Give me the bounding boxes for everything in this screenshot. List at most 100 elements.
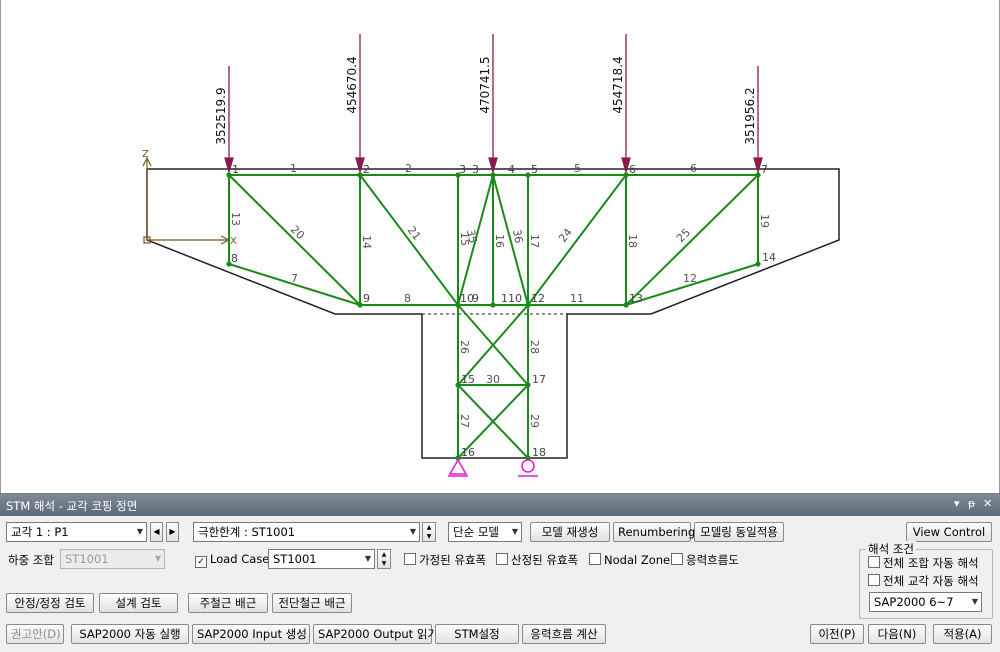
svg-text:5: 5 — [574, 162, 581, 175]
load-value-1: 352519.9 — [214, 87, 228, 144]
sap-version-select[interactable]: SAP2000 6~7 ▼ — [869, 592, 982, 612]
svg-text:1: 1 — [232, 163, 239, 176]
svg-text:26: 26 — [458, 340, 471, 354]
stm-settings-button[interactable]: STM설정 — [435, 624, 519, 644]
load-case-checkbox[interactable]: ✓ Load Case — [195, 551, 269, 568]
stress-flow-checkbox[interactable]: 응력흐름도 — [671, 552, 739, 568]
load-case-select[interactable]: ST1001 ▼ — [268, 549, 375, 569]
svg-text:12: 12 — [531, 292, 545, 305]
pier-select-value: 교각 1 : P1 — [11, 525, 69, 539]
svg-text:8: 8 — [404, 292, 411, 305]
sap-input-button[interactable]: SAP2000 Input 생성 — [192, 624, 310, 644]
load-combination-label: 하중 조합 — [8, 553, 54, 567]
svg-text:110: 110 — [501, 292, 522, 305]
next-pier-button[interactable]: ▶ — [166, 522, 179, 542]
svg-text:28: 28 — [528, 340, 541, 354]
load-value-2: 454670.4 — [345, 56, 359, 113]
load-combination-value: ST1001 — [65, 552, 109, 566]
load-values: 352519.9 454670.4 470741.5 454718.4 3519… — [214, 56, 757, 144]
stress-flow-calc-button[interactable]: 응력흐름 계산 — [522, 624, 606, 644]
all-pier-auto-checkbox[interactable]: 전체 교각 자동 해석 — [868, 573, 979, 589]
limit-state-select[interactable]: 극한한계 : ST1001 ▼ — [193, 522, 420, 542]
stm-model-svg: Z X 352519.9 454670.4 470741.5 454718.4 … — [142, 34, 840, 477]
chevron-down-icon: ▼ — [511, 527, 518, 536]
svg-text:16: 16 — [493, 234, 506, 248]
svg-text:24: 24 — [556, 226, 575, 245]
svg-text:7: 7 — [291, 272, 298, 285]
close-icon[interactable]: ✕ — [983, 497, 992, 510]
limit-state-spinner[interactable]: ▲ ▼ — [422, 522, 436, 542]
pin-icon[interactable]: ᵽ — [968, 497, 975, 510]
sap-auto-run-button[interactable]: SAP2000 자동 실행 — [71, 624, 189, 644]
svg-text:2: 2 — [363, 163, 370, 176]
svg-text:3: 3 — [472, 163, 479, 176]
pier-select[interactable]: 교각 1 : P1 ▼ — [6, 522, 147, 542]
load-value-5: 351956.2 — [743, 87, 757, 144]
axis-z-label: Z — [142, 149, 149, 160]
shear-rebar-button[interactable]: 전단철근 배근 — [272, 593, 352, 613]
pin-support — [448, 458, 468, 475]
dropdown-icon[interactable]: ▾ — [954, 497, 960, 510]
svg-text:4: 4 — [508, 163, 515, 176]
svg-text:14: 14 — [360, 235, 373, 249]
panel-title: STM 해석 - 교각 코핑 정면 — [6, 499, 138, 513]
load-case-spinner[interactable]: ▲ ▼ — [377, 549, 391, 569]
same-modeling-apply-button[interactable]: 모델링 동일적용 — [694, 522, 784, 542]
stm-drawing-canvas[interactable]: Z X 352519.9 454670.4 470741.5 454718.4 … — [0, 0, 1000, 493]
svg-text:5: 5 — [531, 163, 538, 176]
model-type-select[interactable]: 단순 모델 ▼ — [448, 522, 522, 542]
stability-check-button[interactable]: 안정/정정 검토 — [6, 593, 94, 613]
truss-members — [228, 174, 759, 459]
svg-text:29: 29 — [528, 414, 541, 428]
svg-text:6: 6 — [690, 162, 697, 175]
svg-text:7: 7 — [761, 163, 768, 176]
svg-text:19: 19 — [758, 214, 771, 228]
support-symbols — [448, 458, 538, 477]
view-control-button[interactable]: View Control — [906, 522, 992, 542]
svg-text:1: 1 — [290, 162, 297, 175]
svg-text:6: 6 — [629, 163, 636, 176]
svg-text:12: 12 — [683, 272, 697, 285]
svg-text:30: 30 — [486, 373, 500, 386]
svg-text:18: 18 — [626, 234, 639, 248]
chevron-down-icon: ▼ — [136, 527, 143, 536]
svg-text:13: 13 — [229, 212, 242, 226]
roller-support — [521, 459, 535, 473]
chevron-down-icon: ▼ — [409, 527, 416, 536]
load-combination-select[interactable]: ST1001 ▼ — [60, 549, 165, 569]
svg-text:2: 2 — [405, 162, 412, 175]
previous-button[interactable]: 이전(P) — [810, 624, 864, 644]
axis-indicator — [142, 156, 231, 245]
svg-text:21: 21 — [405, 224, 424, 243]
sap-output-button[interactable]: SAP2000 Output 읽기 — [313, 624, 438, 644]
chevron-down-icon: ▼ — [154, 554, 161, 563]
all-combo-auto-checkbox[interactable]: 전체 조합 자동 해석 — [868, 555, 979, 571]
svg-text:14: 14 — [762, 251, 776, 264]
svg-text:13: 13 — [629, 292, 643, 305]
load-value-4: 454718.4 — [611, 56, 625, 113]
svg-text:9: 9 — [363, 292, 370, 305]
apply-button[interactable]: 적용(A) — [933, 624, 992, 644]
next-button[interactable]: 다음(N) — [868, 624, 926, 644]
svg-text:16: 16 — [461, 446, 475, 459]
prev-pier-button[interactable]: ◀ — [150, 522, 163, 542]
regenerate-model-button[interactable]: 모델 재생성 — [530, 522, 610, 542]
svg-text:17: 17 — [532, 373, 546, 386]
chevron-down-icon: ▼ — [971, 597, 978, 606]
design-check-button[interactable]: 설계 검토 — [99, 593, 178, 613]
renumbering-button[interactable]: Renumbering — [613, 522, 695, 542]
load-case-value: ST1001 — [273, 552, 317, 566]
main-rebar-button[interactable]: 주철근 배근 — [188, 593, 268, 613]
svg-text:11: 11 — [570, 292, 584, 305]
assumed-width-checkbox[interactable]: 가정된 유효폭 — [404, 552, 486, 568]
svg-text:3: 3 — [459, 163, 466, 176]
model-type-value: 단순 모델 — [453, 525, 499, 539]
svg-text:8: 8 — [231, 252, 238, 265]
analysis-options-group: 해석 조건 전체 조합 자동 해석 전체 교각 자동 해석 SAP2000 6~… — [859, 541, 993, 619]
recommendation-button[interactable]: 권고안(D) — [6, 624, 64, 644]
nodal-zone-checkbox[interactable]: Nodal Zone — [589, 552, 670, 568]
load-value-3: 470741.5 — [478, 56, 492, 113]
calculated-width-checkbox[interactable]: 산정된 유효폭 — [496, 552, 578, 568]
limit-state-value: 극한한계 : ST1001 — [198, 525, 296, 539]
load-arrows — [224, 34, 763, 175]
